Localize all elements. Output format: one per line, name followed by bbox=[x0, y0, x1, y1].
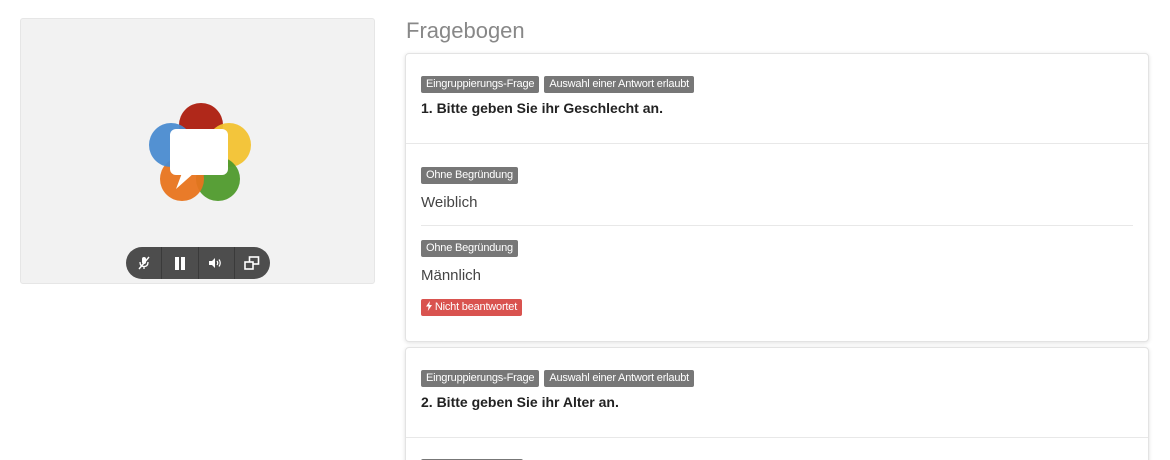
status-label: Nicht beantwortet bbox=[434, 301, 518, 313]
video-panel bbox=[20, 18, 375, 284]
option-label: Männlich bbox=[421, 267, 482, 284]
question-text: 1. Bitte geben Sie ihr Geschlecht an. bbox=[421, 100, 663, 116]
page-title: Fragebogen bbox=[406, 18, 525, 43]
question-card: Eingruppierungs-Frage Auswahl einer Antw… bbox=[405, 53, 1149, 342]
pause-icon bbox=[174, 256, 185, 270]
popout-window-icon bbox=[244, 256, 260, 270]
mic-muted-icon bbox=[138, 256, 150, 270]
option-reason-badge: Ohne Begründung bbox=[421, 240, 518, 257]
question-header: Eingruppierungs-Frage Auswahl einer Antw… bbox=[406, 54, 1148, 144]
video-controls bbox=[126, 247, 270, 279]
option-reason-badge: Ohne Begründung bbox=[421, 167, 518, 184]
pause-button[interactable] bbox=[162, 247, 199, 279]
question-text: 2. Bitte geben Sie ihr Alter an. bbox=[421, 394, 619, 410]
answer-mode-badge: Auswahl einer Antwort erlaubt bbox=[544, 76, 695, 93]
question-type-badge: Eingruppierungs-Frage bbox=[421, 370, 540, 387]
webrtc-logo-icon bbox=[149, 103, 251, 201]
question-type-badge: Eingruppierungs-Frage bbox=[421, 76, 540, 93]
option-label: Weiblich bbox=[421, 194, 478, 211]
status-badge: Nicht beantwortet bbox=[421, 299, 523, 316]
question-card: Eingruppierungs-Frage Auswahl einer Antw… bbox=[405, 347, 1149, 460]
question-header: Eingruppierungs-Frage Auswahl einer Antw… bbox=[406, 348, 1148, 438]
popout-window-button[interactable] bbox=[235, 247, 270, 279]
answer-option[interactable]: Ohne Begründung Weiblich bbox=[406, 144, 1148, 211]
mute-microphone-button[interactable] bbox=[126, 247, 163, 279]
volume-button[interactable] bbox=[199, 247, 235, 279]
answer-mode-badge: Auswahl einer Antwort erlaubt bbox=[544, 370, 695, 387]
answer-option[interactable]: Ohne Begründung Männlich Nicht beantwort… bbox=[406, 226, 1148, 316]
volume-icon bbox=[209, 258, 221, 268]
lightning-icon bbox=[426, 301, 432, 311]
